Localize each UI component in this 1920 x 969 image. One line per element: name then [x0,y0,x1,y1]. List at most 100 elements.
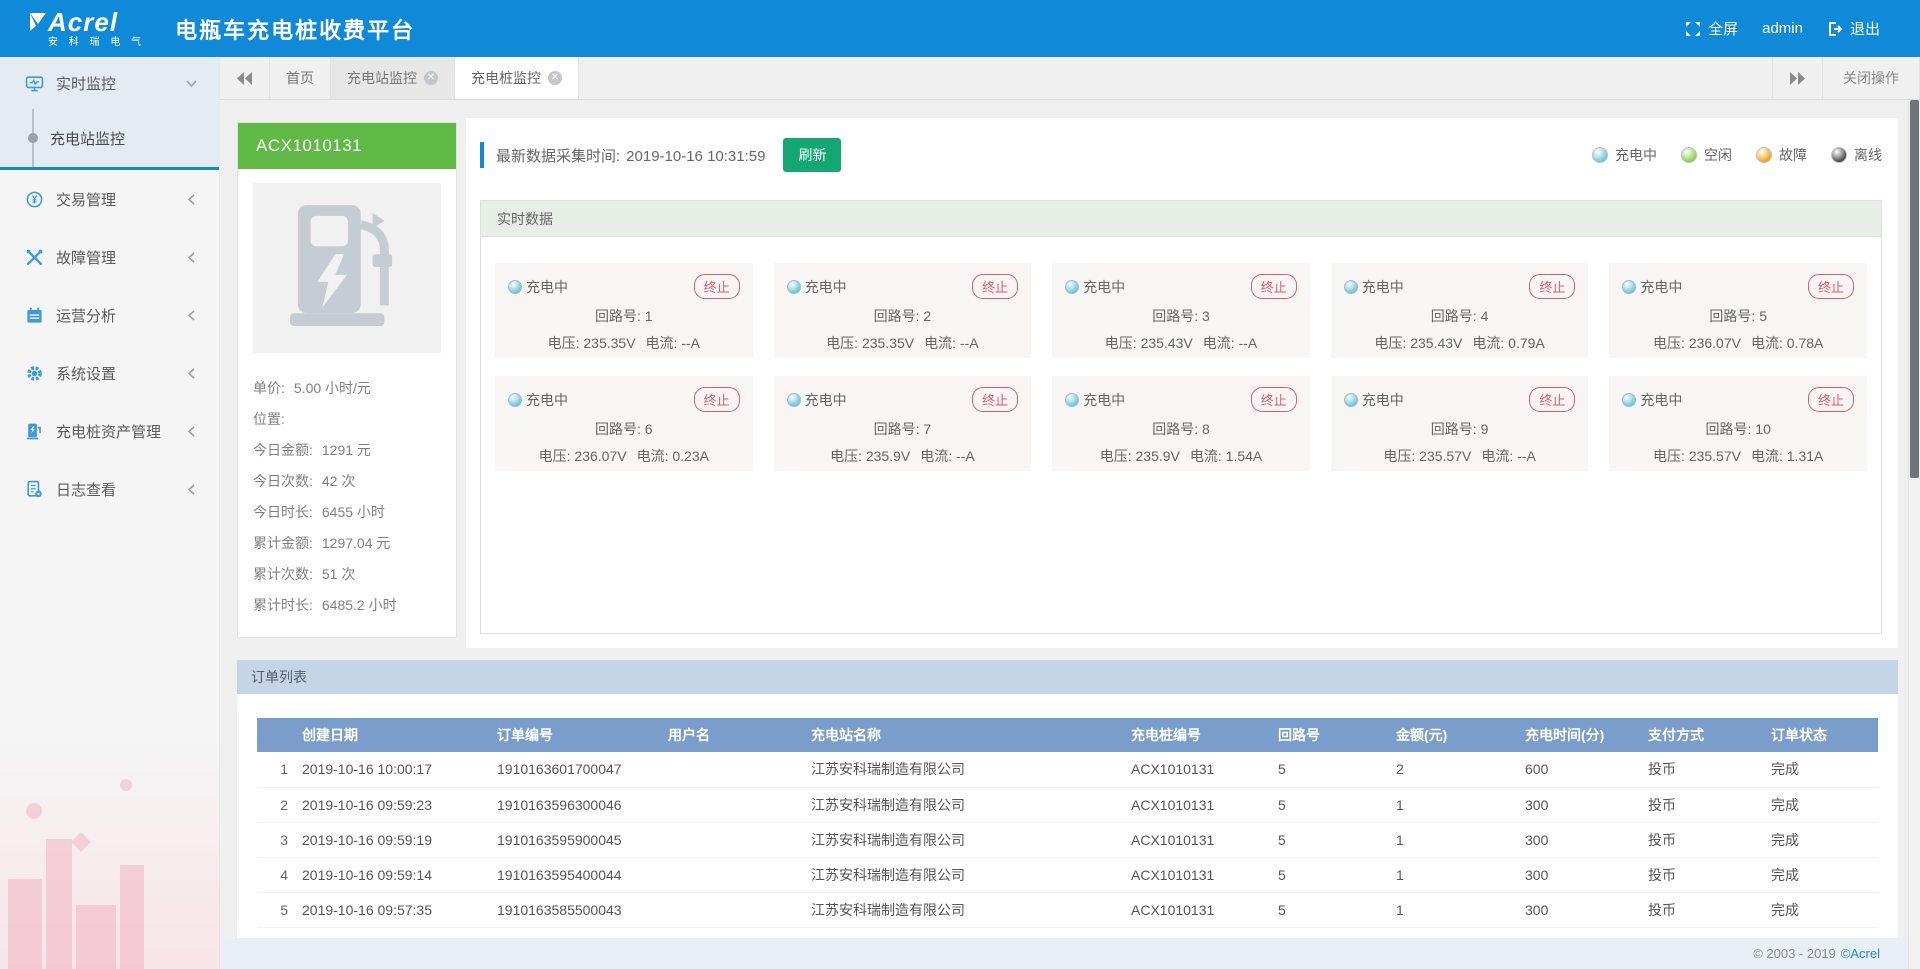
circuit-number-line: 回路号: 1 [508,306,740,326]
terminate-button[interactable]: 终止 [972,387,1018,412]
sidebar-item-transactions[interactable]: 交易管理 [0,170,219,228]
fullscreen-icon [1685,21,1701,37]
submenu-dot-icon [28,133,38,143]
legend-item: 离线 [1831,145,1882,165]
sidebar-item-station-monitor[interactable]: 充电站监控 [0,109,219,167]
gear-icon [25,364,44,383]
charging-status-ball-icon [787,280,801,294]
scrollbar-thumb[interactable] [1910,100,1919,478]
status-ball-icon [1756,147,1772,163]
tab-home[interactable]: 首页 [270,57,331,99]
tab-bar: 首页 充电站监控 ✕ 充电桩监控 ✕ 关闭操作 [220,57,1920,100]
logout-button[interactable]: 退出 [1827,18,1880,39]
cell-pile-code: ACX1010131 [1131,787,1278,822]
charging-status-ball-icon [508,393,522,407]
footer-bar: © 2003 - 2019 ©Acrel [220,938,1908,969]
terminate-button[interactable]: 终止 [694,387,740,412]
circuit-number-line: 回路号: 3 [1065,306,1297,326]
cell-charge-minutes: 300 [1525,857,1648,892]
circuit-measurements-line: 电压: 235.9V电流: 1.54A [1065,446,1297,466]
terminate-button[interactable]: 终止 [1808,387,1854,412]
cell-charge-minutes: 300 [1525,892,1648,927]
circuit-status: 充电中 [787,390,847,410]
cell-order-status: 完成 [1771,857,1878,892]
station-summary-card: ACX1010131 单价: 5.00 小时/元 [237,122,457,638]
terminate-button[interactable]: 终止 [1808,274,1854,299]
charging-status-ball-icon [1065,393,1079,407]
circuit-card: 充电中 终止 回路号: 10 电压: 235.57V电流: 1.31A [1609,376,1867,471]
close-tab-icon[interactable]: ✕ [548,71,562,85]
cell-order-status: 完成 [1771,787,1878,822]
sidebar-item-settings[interactable]: 系统设置 [0,344,219,402]
terminate-button[interactable]: 终止 [1529,387,1575,412]
refresh-button[interactable]: 刷新 [783,138,841,172]
sidebar-item-analytics[interactable]: 运营分析 [0,286,219,344]
row-index: 2 [257,787,302,822]
charging-pile-illustration [288,202,406,334]
user-name[interactable]: admin [1762,20,1803,37]
acrel-footer-link[interactable]: ©Acrel [1841,946,1880,961]
cell-pay-method: 投币 [1648,857,1771,892]
close-tab-icon[interactable]: ✕ [424,71,438,85]
log-document-icon [25,480,44,499]
circuit-status: 充电中 [508,277,568,297]
circuit-number-line: 回路号: 5 [1622,306,1854,326]
vertical-scrollbar[interactable] [1908,100,1920,969]
circuit-status: 充电中 [787,277,847,297]
charging-status-ball-icon [1622,280,1636,294]
cell-amount: 1 [1396,857,1525,892]
cell-station-name: 江苏安科瑞制造有限公司 [811,892,1131,927]
column-header: 回路号 [1278,718,1396,752]
logo-brand-text: Acrel [48,9,145,35]
chevron-left-icon [186,426,197,437]
circuit-status: 充电中 [1622,390,1682,410]
collect-info-row: 最新数据采集时间:2019-10-16 10:31:59 刷新 充电中 空闲 [480,130,1882,180]
cell-username [668,822,811,857]
station-stat-row: 单价: 5.00 小时/元 [253,373,441,404]
circuit-number-line: 回路号: 8 [1065,419,1297,439]
sidebar-item-realtime-monitor[interactable]: 实时监控 [0,57,219,109]
cell-order-no: 1910163596300046 [497,787,668,822]
orders-table-header: 创建日期 订单编号 用户名 充电站名称 充电桩编号 回路号 [257,718,1878,752]
station-stat-row: 今日金额: 1291 元 [253,435,441,466]
sidebar-group-realtime: 实时监控 充电站监控 [0,57,219,170]
circuit-card: 充电中 终止 回路号: 2 电压: 235.35V电流: --A [774,263,1032,358]
cell-create-date: 2019-10-16 09:59:14 [302,857,497,892]
station-code-header: ACX1010131 [238,123,456,169]
cell-order-status: 完成 [1771,752,1878,787]
sidebar-nav: 实时监控 充电站监控 交易管理 故障管理 运营分析 [0,57,220,969]
terminate-button[interactable]: 终止 [1251,274,1297,299]
circuit-measurements-line: 电压: 235.57V电流: --A [1344,446,1576,466]
collect-time-text: 最新数据采集时间:2019-10-16 10:31:59 [496,145,765,166]
cell-order-no: 1910163585500043 [497,892,668,927]
tabs-scroll-right-button[interactable] [1772,57,1822,99]
cell-circuit-no: 5 [1278,787,1396,822]
cell-order-no: 1910163595400044 [497,857,668,892]
status-ball-icon [1681,147,1697,163]
sidebar-item-faults[interactable]: 故障管理 [0,228,219,286]
terminate-button[interactable]: 终止 [972,274,1018,299]
charging-status-ball-icon [1344,393,1358,407]
sail-logo-icon [28,11,48,35]
chevron-left-icon [186,484,197,495]
sidebar-item-pile-assets[interactable]: 充电桩资产管理 [0,402,219,460]
chevron-left-icon [186,368,197,379]
circuit-card: 充电中 终止 回路号: 6 电压: 236.07V电流: 0.23A [495,376,753,471]
terminate-button[interactable]: 终止 [694,274,740,299]
status-legend: 充电中 空闲 故障 [1592,145,1882,165]
fullscreen-button[interactable]: 全屏 [1685,18,1738,39]
cell-charge-minutes: 600 [1525,752,1648,787]
tab-station-monitor[interactable]: 充电站监控 ✕ [331,57,455,99]
close-operations-button[interactable]: 关闭操作 [1822,57,1920,99]
terminate-button[interactable]: 终止 [1251,387,1297,412]
terminate-button[interactable]: 终止 [1529,274,1575,299]
sidebar-item-logs[interactable]: 日志查看 [0,460,219,518]
circuit-measurements-line: 电压: 235.43V电流: 0.79A [1344,333,1576,353]
double-chevron-right-icon [1790,72,1805,85]
tab-pile-monitor[interactable]: 充电桩监控 ✕ [455,57,579,99]
tabs-scroll-left-button[interactable] [220,57,270,99]
cell-pay-method: 投币 [1648,787,1771,822]
circuit-cards-grid: 充电中 终止 回路号: 1 电压: 235.35V电流: --A [481,237,1881,497]
cell-amount: 1 [1396,892,1525,927]
table-row: 4 2019-10-16 09:59:14 1910163595400044 江… [257,857,1878,892]
